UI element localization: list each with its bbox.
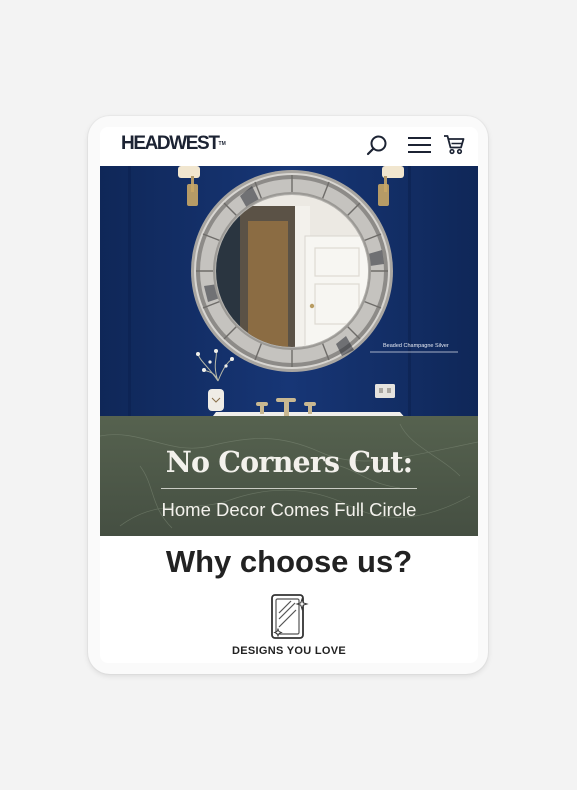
round-mirror bbox=[191, 170, 393, 372]
screen: HEADWESTTM Beaded Champagne Silver No Co… bbox=[100, 127, 478, 663]
cart-icon[interactable] bbox=[443, 133, 465, 155]
feature-label-designs: DESIGNS YOU LOVE bbox=[231, 645, 346, 657]
mirror-sparkle-icon bbox=[271, 594, 309, 639]
product-label: Beaded Champagne Silver bbox=[383, 343, 449, 349]
tablet-frame: HEADWESTTM Beaded Champagne Silver No Co… bbox=[88, 116, 488, 674]
hero-title: No Corners Cut: bbox=[165, 445, 413, 479]
logo[interactable]: HEADWESTTM bbox=[121, 133, 226, 155]
hero-subtitle: Home Decor Comes Full Circle bbox=[161, 499, 417, 520]
site-header: HEADWESTTM bbox=[100, 127, 478, 166]
hero-banner[interactable]: Beaded Champagne Silver No Corners Cut: … bbox=[100, 166, 478, 536]
logo-text: HEADWEST bbox=[121, 133, 220, 154]
hero-divider bbox=[161, 488, 417, 489]
logo-trademark: TM bbox=[218, 141, 226, 147]
why-choose-heading: Why choose us? bbox=[165, 544, 413, 579]
search-icon[interactable] bbox=[366, 134, 388, 156]
menu-icon[interactable] bbox=[407, 135, 432, 155]
